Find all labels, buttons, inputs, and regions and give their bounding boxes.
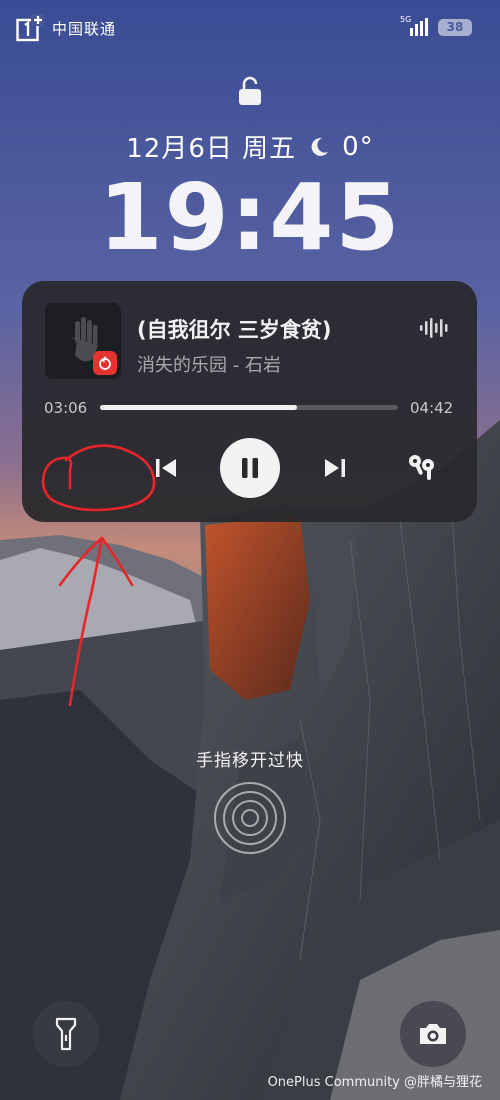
skip-next-icon <box>325 459 345 477</box>
progress-fill <box>100 405 297 410</box>
temperature-text: 0° <box>342 131 374 162</box>
carrier: 中国联通 <box>16 14 115 42</box>
moon-icon <box>311 137 329 156</box>
flashlight-icon <box>55 1017 77 1051</box>
date-text: 12月6日 周五 <box>126 134 297 164</box>
fingerprint-sensor-icon[interactable] <box>210 778 290 858</box>
song-title: (自我徂尔 三岁食贫) <box>137 318 332 342</box>
album-art[interactable] <box>45 303 121 379</box>
audio-output-button[interactable] <box>402 449 442 485</box>
watermark: OnePlus Community @胖橘与狸花 <box>267 1075 482 1090</box>
earbuds-icon <box>409 455 434 480</box>
camera-icon <box>420 1024 446 1044</box>
lock-icon <box>238 76 262 106</box>
carrier-name: 中国联通 <box>52 20 117 38</box>
pause-button[interactable] <box>220 438 280 498</box>
netease-music-app-icon <box>93 351 117 375</box>
next-track-button[interactable] <box>318 451 352 485</box>
battery-indicator: 38 <box>438 18 472 36</box>
cellular-signal-icon: 5G <box>400 15 430 36</box>
camera-button[interactable] <box>400 1001 466 1067</box>
progress-bar[interactable] <box>100 405 398 410</box>
media-player-card[interactable]: (自我徂尔 三岁食贫) 消失的乐园 - 石岩 03:06 04:42 <box>22 281 477 522</box>
unlock-hint-text: 手指移开过快 <box>196 751 304 771</box>
total-time: 04:42 <box>410 399 454 417</box>
lockscreen-clock: 19:45 <box>98 164 402 271</box>
song-artist: 消失的乐园 - 石岩 <box>137 355 281 376</box>
skip-previous-icon <box>156 459 176 477</box>
date-weather-row: 12月6日 周五 0° <box>0 128 500 165</box>
status-icons: 5G 38 <box>400 15 472 36</box>
oneplus-logo-icon <box>16 14 44 42</box>
elapsed-time: 03:06 <box>44 399 88 417</box>
pause-icon <box>242 458 258 478</box>
flashlight-button[interactable] <box>33 1001 99 1067</box>
audio-waveform-icon[interactable] <box>418 317 452 339</box>
status-bar: 中国联通 5G 38 <box>0 0 500 56</box>
previous-track-button[interactable] <box>149 451 183 485</box>
